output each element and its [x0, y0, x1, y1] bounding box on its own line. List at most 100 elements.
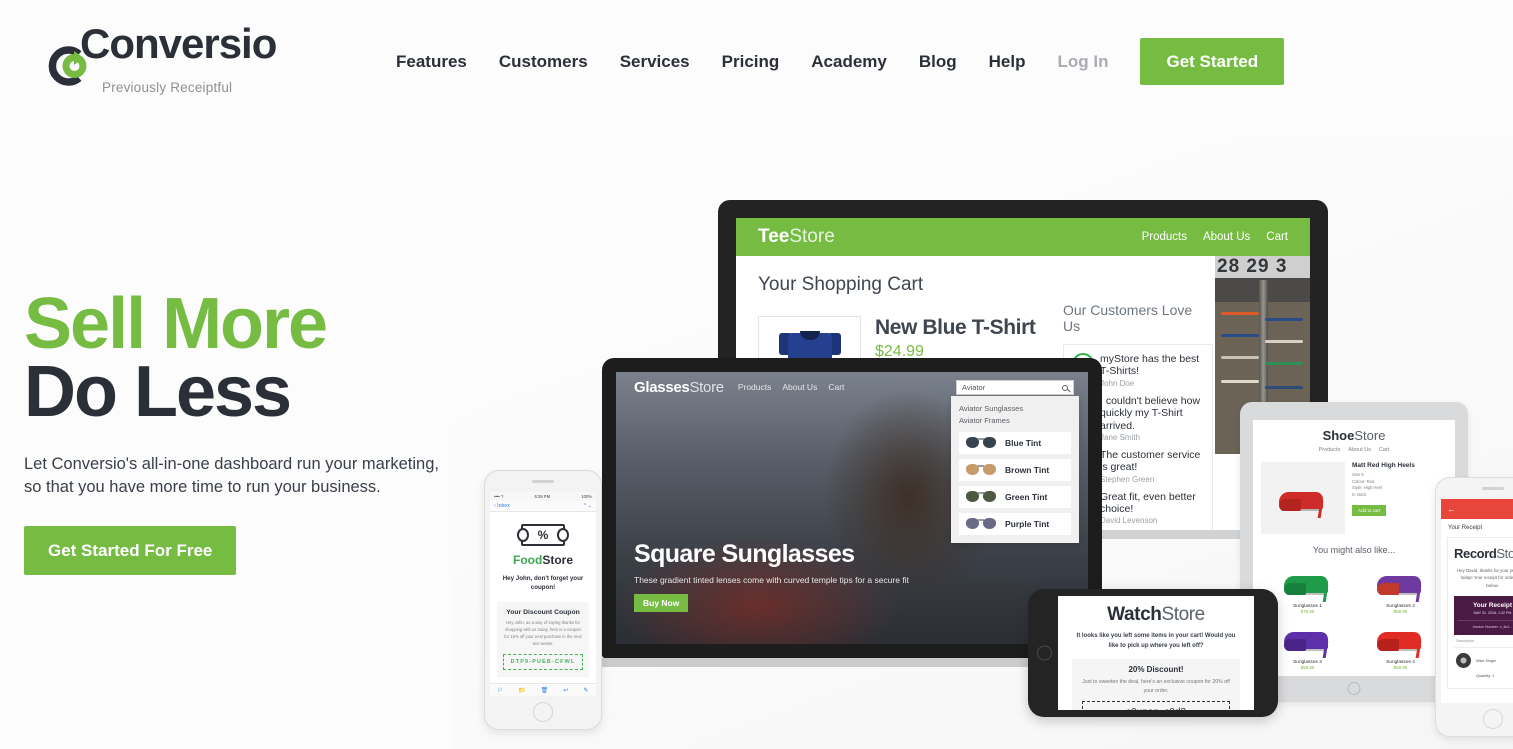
nav-item-help[interactable]: Help	[973, 48, 1042, 76]
nav-item-login[interactable]: Log In	[1042, 48, 1125, 76]
teestore-nav-products[interactable]: Products	[1142, 231, 1187, 243]
nav-item-academy[interactable]: Academy	[795, 48, 903, 76]
search-input[interactable]: Aviator	[956, 380, 1074, 395]
trash-icon[interactable]: 🗑	[541, 687, 549, 694]
hero-cta-button[interactable]: Get Started For Free	[24, 526, 237, 576]
add-to-cart-button[interactable]: Add to cart	[1352, 504, 1387, 516]
glassesstore-nav-about[interactable]: About Us	[782, 382, 817, 392]
coupon-card: Your Discount Coupon Hey John, as a way …	[497, 601, 589, 677]
search-icon[interactable]	[1062, 384, 1068, 391]
glassesstore-nav-products[interactable]: Products	[738, 382, 772, 392]
mail-nav-arrows[interactable]: ^ ⌄	[584, 503, 592, 509]
nav-item-services[interactable]: Services	[604, 48, 706, 76]
shoestore-nav-products[interactable]: Products	[1319, 447, 1341, 453]
back-to-inbox-button[interactable]: ‹ Inbox	[494, 503, 510, 509]
teestore-logo[interactable]: TeeStore	[758, 226, 835, 248]
item-quantity: Quantity: 1	[1476, 674, 1495, 679]
teestore-logo-bold: Tee	[758, 226, 790, 247]
folder-icon[interactable]: 📁	[518, 687, 525, 694]
result-label: Brown Tint	[1005, 465, 1050, 475]
foodstore-logo-light: Store	[542, 553, 573, 567]
vinyl-record-icon	[1456, 653, 1471, 669]
result-label: Purple Tint	[1005, 519, 1050, 529]
shoestore-logo[interactable]: ShoeStore	[1253, 428, 1455, 443]
heel-icon-green	[1283, 562, 1332, 602]
nav-item-blog[interactable]: Blog	[903, 48, 973, 76]
search-result-item[interactable]: Brown Tint	[959, 459, 1071, 481]
phone-speaker	[1481, 487, 1504, 490]
compose-icon[interactable]: ✎	[583, 687, 588, 694]
phone-recordstore: ← Your Receipt RecordStore Hey David, th…	[1435, 477, 1513, 737]
get-started-button[interactable]: Get Started	[1140, 38, 1285, 85]
recordstore-screen: ← Your Receipt RecordStore Hey David, th…	[1441, 499, 1513, 703]
phone-foodstore: •••• ? 6:26 PM 100% ‹ Inbox ^ ⌄ % FoodSt…	[484, 470, 602, 730]
recommendation-item[interactable]: Sunglasses 2 $89.99	[1356, 562, 1445, 614]
receipt-body: Hey David, thanks for your purchase toda…	[1456, 568, 1513, 588]
search-suggestion[interactable]: Aviator Frames	[959, 415, 1071, 427]
result-label: Green Tint	[1005, 492, 1048, 502]
laptop-glassesstore: GlassesStore Products About Us Cart Squa…	[576, 358, 1128, 667]
glassesstore-logo[interactable]: GlassesStore	[634, 379, 724, 396]
phone-home-button[interactable]	[533, 702, 553, 722]
search-result-item[interactable]: Green Tint	[959, 486, 1071, 508]
watchstore-logo: WatchStore	[1072, 604, 1240, 626]
review-text: The customer service is great!	[1100, 448, 1201, 474]
recommendation-price: $69.99	[1393, 665, 1408, 670]
tablet-home-button[interactable]	[1347, 682, 1361, 695]
phone-speaker	[532, 480, 554, 483]
back-label: Inbox	[497, 503, 510, 509]
brand-logo[interactable]: Conversio Previously Receiptful	[24, 22, 277, 95]
phone-home-button[interactable]	[1482, 709, 1503, 729]
search-result-item[interactable]: Purple Tint	[959, 513, 1071, 535]
search-suggestion[interactable]: Aviator Sunglasses	[959, 403, 1071, 415]
recommendations-grid: Sunglasses 1 $79.99 Sunglasses 2 $89.99 …	[1263, 562, 1445, 670]
foodstore-logo: FoodStore	[497, 553, 589, 567]
coupon-percent-icon: %	[521, 524, 565, 546]
teestore-nav-cart[interactable]: Cart	[1266, 231, 1288, 243]
reply-icon[interactable]: ↩	[563, 687, 568, 694]
shoestore-nav-cart[interactable]: Cart	[1379, 447, 1389, 453]
heel-icon-red	[1376, 618, 1425, 658]
watchstore-logo-bold: Watch	[1107, 604, 1162, 625]
receipt-header-label: Your Receipt	[1448, 525, 1483, 531]
nav-item-customers[interactable]: Customers	[483, 48, 604, 76]
buy-now-button[interactable]: Buy Now	[634, 594, 689, 612]
nav-item-features[interactable]: Features	[380, 48, 483, 76]
foodstore-screen: •••• ? 6:26 PM 100% ‹ Inbox ^ ⌄ % FoodSt…	[490, 492, 596, 696]
shoestore-screen: ShoeStore Products About Us Cart Matt Re…	[1253, 420, 1455, 676]
recommendation-item[interactable]: Sunglasses 4 $69.99	[1356, 618, 1445, 670]
status-carrier: •••• ?	[494, 494, 504, 499]
phone-home-button[interactable]	[1037, 645, 1052, 661]
invoice-number: Invoice Number: c_kb1...	[1458, 620, 1513, 629]
glassesstore-nav-cart[interactable]: Cart	[828, 382, 844, 392]
back-arrow-icon[interactable]: ←	[1447, 504, 1456, 514]
teestore-logo-light: Store	[789, 226, 835, 247]
shoestore-nav-about[interactable]: About Us	[1348, 447, 1371, 453]
heel-icon-purple	[1376, 562, 1425, 602]
watchstore-email-body: WatchStore It looks like you left some i…	[1058, 596, 1254, 710]
product-meta: Size 8 Colour: Red Style: High Heel In s…	[1352, 472, 1383, 498]
review-author: John Doe	[1100, 378, 1135, 388]
coupon-code[interactable]: c0upon_c0d3	[1082, 700, 1230, 710]
teestore-nav-about[interactable]: About Us	[1203, 231, 1250, 243]
search-results-dropdown: Aviator Sunglasses Aviator Frames Blue T…	[951, 396, 1079, 543]
reviews-heading: Our Customers Love Us	[1063, 302, 1193, 334]
nav-item-pricing[interactable]: Pricing	[706, 48, 796, 76]
flag-icon[interactable]: ⚐	[498, 687, 503, 694]
recordstore-logo-light: Store	[1496, 546, 1513, 561]
product-image	[1261, 462, 1345, 534]
search-result-item[interactable]: Blue Tint	[959, 432, 1071, 454]
foodstore-email-body: % FoodStore Hey John, don't forget your …	[490, 512, 596, 685]
receipt-card: RecordStore Hey David, thanks for your p…	[1447, 537, 1513, 689]
coupon-code[interactable]: DTP9-PUEB-CFWL	[503, 653, 583, 670]
sunglasses-icon	[966, 437, 996, 449]
glassesstore-hero: Square Sunglasses These gradient tinted …	[634, 540, 909, 612]
recommendation-price: $89.99	[1393, 609, 1408, 614]
foodstore-logo-bold: Food	[512, 553, 543, 567]
glassesstore-headline: Square Sunglasses	[634, 539, 855, 568]
glassesstore-description: These gradient tinted lenses come with c…	[634, 574, 909, 585]
review-text: Great fit, even better choice!	[1100, 490, 1196, 515]
review-author: Jane Smith	[1100, 432, 1141, 442]
main-navigation: Features Customers Services Pricing Acad…	[380, 38, 1285, 85]
mail-toolbar: ⚐ 📁 🗑 ↩ ✎	[490, 683, 596, 696]
